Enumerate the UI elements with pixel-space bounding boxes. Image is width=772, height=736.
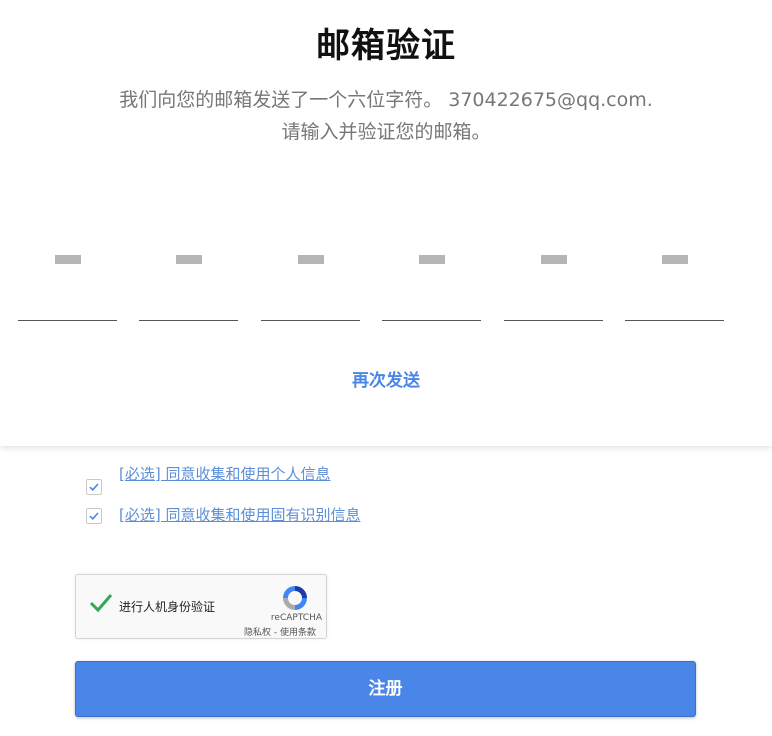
otp-placeholder-dash: [662, 255, 688, 264]
description-line-1: 我们向您的邮箱发送了一个六位字符。 370422675@qq.com.: [119, 89, 653, 111]
agreement-checkbox-2[interactable]: [86, 508, 102, 524]
description-line-2: 请输入并验证您的邮箱。: [281, 121, 491, 143]
recaptcha-privacy-link[interactable]: 隐私权: [244, 628, 271, 638]
recaptcha-label: 进行人机身份验证: [119, 600, 216, 614]
email-verification-page: 邮箱验证 我们向您的邮箱发送了一个六位字符。 370422675@qq.com.…: [0, 0, 772, 736]
agreement-personal-info: [必选] 同意收集和使用个人信息: [86, 463, 406, 495]
agreement-link-2[interactable]: [必选] 同意收集和使用固有识别信息: [119, 504, 360, 525]
otp-placeholder-dash: [176, 255, 202, 264]
checkmark-icon: [89, 512, 99, 520]
verification-card: 邮箱验证 我们向您的邮箱发送了一个六位字符。 370422675@qq.com.…: [0, 0, 772, 446]
otp-digit-1[interactable]: [18, 232, 121, 321]
otp-digit-input-5[interactable]: [504, 272, 607, 318]
otp-digit-input-1[interactable]: [18, 272, 121, 318]
agreement-unique-id-info: [必选] 同意收集和使用固有识别信息: [86, 506, 406, 532]
recaptcha-checkbox[interactable]: [89, 593, 113, 617]
green-checkmark-icon: [89, 594, 113, 613]
resend-code-link[interactable]: 再次发送: [0, 366, 772, 391]
agreement-link-1[interactable]: [必选] 同意收集和使用个人信息: [119, 463, 330, 484]
register-button[interactable]: 注册: [75, 661, 696, 717]
recaptcha-separator: -: [271, 628, 280, 638]
otp-input-row: [18, 232, 738, 324]
agreement-checkbox-1[interactable]: [86, 479, 102, 495]
recaptcha-brand: reCAPTCHA: [270, 613, 322, 623]
otp-placeholder-dash: [541, 255, 567, 264]
recaptcha-logo-icon: [280, 583, 310, 617]
otp-placeholder-dash: [298, 255, 324, 264]
otp-digit-4[interactable]: [382, 232, 485, 321]
recaptcha-terms-link[interactable]: 使用条款: [280, 628, 316, 638]
verification-description: 我们向您的邮箱发送了一个六位字符。 370422675@qq.com. 请输入并…: [0, 84, 772, 148]
recaptcha-footer: 隐私权 - 使用条款: [244, 625, 316, 638]
otp-digit-input-6[interactable]: [625, 272, 728, 318]
otp-digit-input-3[interactable]: [261, 272, 364, 318]
otp-digit-5[interactable]: [504, 232, 607, 321]
otp-digit-input-2[interactable]: [139, 272, 242, 318]
checkmark-icon: [89, 483, 99, 491]
otp-digit-3[interactable]: [261, 232, 364, 321]
page-title: 邮箱验证: [316, 26, 456, 66]
otp-placeholder-dash: [55, 255, 81, 264]
otp-digit-6[interactable]: [625, 232, 728, 321]
otp-digit-2[interactable]: [139, 232, 242, 321]
otp-placeholder-dash: [419, 255, 445, 264]
recaptcha-widget: 进行人机身份验证 reCAPTCHA 隐私权 - 使用条款: [75, 574, 327, 639]
otp-digit-input-4[interactable]: [382, 272, 485, 318]
